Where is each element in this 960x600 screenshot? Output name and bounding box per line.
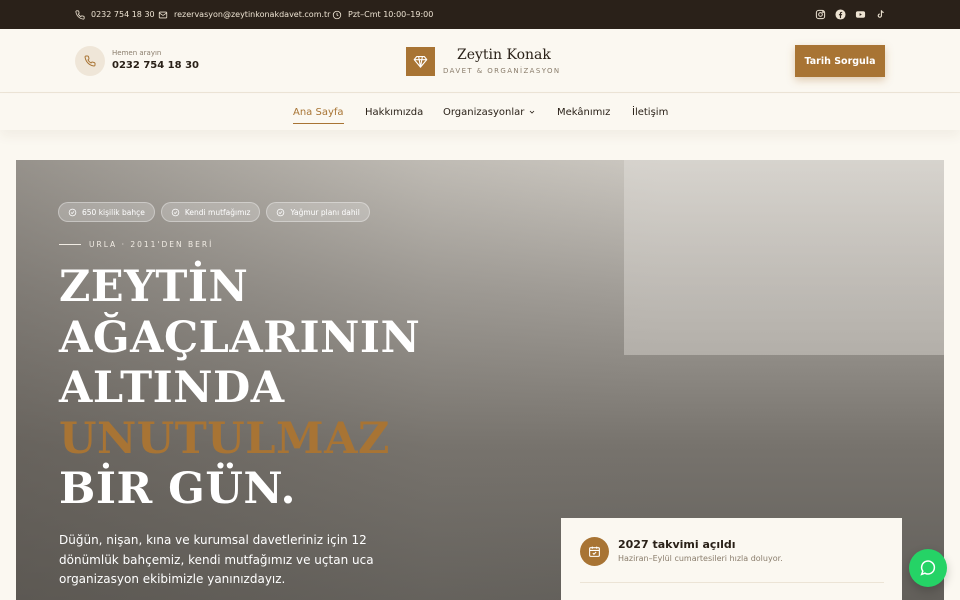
calendar-icon [580,537,609,566]
nav-item-contact[interactable]: İletişim [632,94,668,130]
hero-image-highlight [624,160,944,355]
badge-label: Kendi mutfağımız [184,207,251,217]
card-divider [580,582,884,583]
nav-item-organizations[interactable]: Organizasyonlar [443,94,536,130]
card-title: 2027 takvimi açıldı [618,538,736,551]
site-header: Hemen arayın 0232 754 18 30 Zeytin Konak… [0,29,960,93]
nav-item-venue[interactable]: Mekânımız [557,94,610,130]
call-label: Hemen arayın [112,49,162,57]
eyebrow-line [59,244,81,245]
headline-line-1: ZEYTİN [59,262,249,312]
date-inquiry-button[interactable]: Tarih Sorgula [795,45,885,77]
badge-label: Yağmur planı dahil [290,207,360,217]
hero-eyebrow: URLA · 2011'DEN BERİ [59,240,213,249]
hero-description: Düğün, nişan, kına ve kurumsal davetleri… [59,533,374,586]
badge-rain-plan: Yağmur planı dahil [266,202,370,222]
nav-item-organizations-label: Organizasyonlar [443,106,525,118]
main-nav: Ana Sayfa Hakkımızda Organizasyonlar Mek… [0,94,960,130]
headline-line-5: BİR GÜN. [59,464,296,514]
topbar-email[interactable]: rezervasyon@zeytinkonakdavet.com.tr [158,0,330,29]
brand-tagline: DAVET & ORGANİZASYON [443,67,561,75]
social-links [815,0,886,29]
diamond-icon [413,55,428,68]
hero-section: 650 kişilik bahçe Kendi mutfağımız Yağmu… [16,160,944,600]
chevron-down-icon [530,110,535,114]
badge-label: 650 kişilik bahçe [82,207,145,217]
instagram-icon[interactable] [815,9,826,20]
top-bar: 0232 754 18 30 rezervasyon@zeytinkonakda… [0,0,960,29]
check-circle-icon [68,208,77,216]
badge-garden: 650 kişilik bahçe [58,202,155,222]
topbar-hours-text: Pzt–Cmt 10:00–19:00 [348,10,434,19]
calendar-announcement-card[interactable]: 2027 takvimi açıldı Haziran–Eylül cumart… [561,518,902,600]
youtube-icon[interactable] [855,9,866,20]
clock-icon [332,10,342,19]
logo[interactable] [406,47,435,76]
headline-line-3: ALTINDA [59,363,285,413]
headline-line-2: AĞAÇLARININ [59,312,421,363]
topbar-email-text: rezervasyon@zeytinkonakdavet.com.tr [174,10,331,19]
headline-accent: UNUTULMAZ [59,413,390,464]
topbar-phone[interactable]: 0232 754 18 30 [75,0,155,29]
hero-headline: ZEYTİN AĞAÇLARININ ALTINDA UNUTULMAZ BİR… [59,262,420,515]
brand-name[interactable]: Zeytin Konak [457,47,551,63]
chat-bubble-icon [920,560,936,576]
hero-badges: 650 kişilik bahçe Kendi mutfağımız Yağmu… [58,202,370,222]
whatsapp-button[interactable] [909,549,947,587]
card-subtitle: Haziran–Eylül cumartesileri hızla doluyo… [618,554,783,563]
facebook-icon[interactable] [835,9,846,20]
phone-icon [75,9,85,20]
badge-kitchen: Kendi mutfağımız [160,202,261,222]
mail-icon [158,11,168,18]
eyebrow-text: URLA · 2011'DEN BERİ [89,240,214,249]
topbar-phone-text: 0232 754 18 30 [91,10,155,19]
phone-icon[interactable] [75,46,105,76]
tiktok-icon[interactable] [875,9,886,20]
nav-item-home[interactable]: Ana Sayfa [293,94,344,130]
nav-item-about[interactable]: Hakkımızda [365,94,423,130]
topbar-hours: Pzt–Cmt 10:00–19:00 [332,0,433,29]
check-circle-icon [171,208,180,216]
call-number[interactable]: 0232 754 18 30 [112,60,199,71]
check-circle-icon [277,208,285,216]
